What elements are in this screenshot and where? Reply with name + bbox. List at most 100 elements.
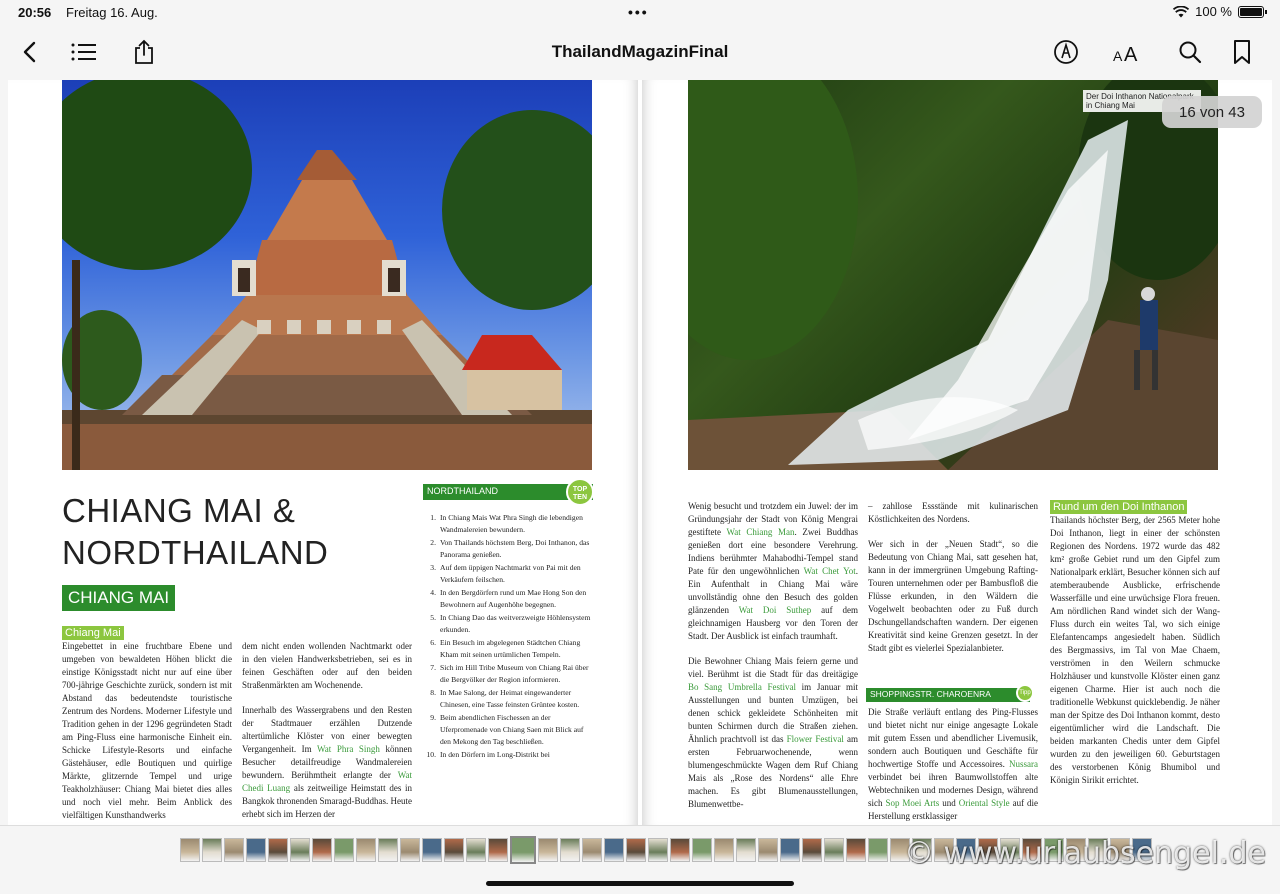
paragraph: Wer sich in der „Neuen Stadt“, so die Be… [868,539,1038,653]
page-thumbnail[interactable] [510,836,536,864]
page-thumbnail[interactable] [246,838,266,862]
text-size-button[interactable]: A A [1111,36,1143,68]
watermark: © www.urlaubsengel.de [903,836,1266,871]
link-wat-chiang-man: Wat Chiang Man [726,527,795,537]
text-column-5: Thailands höchster Berg, der 2565 Meter … [1050,514,1220,787]
top-ten-list: 1. In Chiang Mais Wat Phra Singh die lebe… [426,512,596,762]
share-button[interactable] [128,36,160,68]
page-thumbnail[interactable] [626,838,646,862]
page-thumbnail[interactable] [224,838,244,862]
page-thumbnail[interactable] [290,838,310,862]
page-thumbnail[interactable] [312,838,332,862]
back-button[interactable] [14,36,46,68]
status-bar: 20:56 Freitag 16. Aug. ••• 100 % [0,0,1280,26]
paragraph: Die Bewohner Chiang Mais feiern gerne un… [688,656,859,809]
subhead-chiang-mai: Chiang Mai [62,626,124,640]
page-thumbnail[interactable] [824,838,844,862]
shopping-text: Die Straße verläuft entlang des Ping-Flu… [868,706,1038,823]
share-icon [135,39,153,64]
page-thumbnail[interactable] [444,838,464,862]
paragraph: dem nicht enden wollenden Nachtmarkt ode… [242,641,412,690]
battery-icon [1238,5,1267,18]
tipp-badge: Tipp [1016,684,1034,702]
page-thumbnail[interactable] [780,838,800,862]
page-thumbnail[interactable] [714,838,734,862]
page-thumbnail[interactable] [758,838,778,862]
list-item: 8. In Mae Salong, der Heimat eingewandert… [430,688,580,709]
list-item: 4. In den Bergdörfern rund um Mae Hong So… [430,588,587,609]
section-badge: CHIANG MAI [62,585,176,611]
page-thumbnail[interactable] [648,838,668,862]
page-thumbnail[interactable] [488,838,508,862]
page-thumbnail[interactable] [736,838,756,862]
subhead-doi-inthanon: Rund um den Doi Inthanon [1050,500,1188,514]
link-wat-doi-suthep: Wat Doi Suthep [738,605,812,615]
link-oriental-style: Oriental Style [958,798,1010,808]
paragraph: Die Straße verläuft entlang des Ping-Flu… [868,707,1038,821]
waterfall-illustration [688,80,1218,470]
home-indicator[interactable] [486,881,794,886]
svg-text:A: A [1124,44,1138,63]
page-right: Der Doi Inthanon Nationalpark in Chiang … [642,80,1272,825]
page-thumbnail[interactable] [868,838,888,862]
search-icon [1179,41,1202,64]
page-thumbnail[interactable] [670,838,690,862]
search-button[interactable] [1174,36,1206,68]
page-thumbnail[interactable] [802,838,822,862]
page-thumbnail[interactable] [560,838,580,862]
link-bo-sang-umbrella-festival: Bo Sang Umbrella Festival [688,682,796,692]
page-thumbnail[interactable] [202,838,222,862]
list-item: 3. Auf dem üppigen Nachtmarkt von Pai mit… [430,563,581,584]
table-of-contents-button[interactable] [68,36,100,68]
temple-illustration [62,80,592,470]
page-thumbnail[interactable] [582,838,602,862]
top-ten-badge: TOP TEN [566,478,594,506]
temple-photo [62,80,592,470]
list-item: 1. In Chiang Mais Wat Phra Singh die lebe… [430,513,583,534]
list-icon [71,43,96,61]
headline-line-1: CHIANG MAI & [62,492,296,529]
link-flower-festival: Flower Festival [786,734,844,744]
list-item: 5. In Chiang Dao das weitverzweigte Höhle… [430,613,591,634]
page-thumbnail[interactable] [466,838,486,862]
page-thumbnail[interactable] [692,838,712,862]
page-thumbnail[interactable] [356,838,376,862]
text-column-4: – zahllose Essstände mit kulinarischen K… [868,500,1038,655]
wifi-icon [1173,5,1190,17]
page-thumbnail[interactable] [378,838,398,862]
page-thumbnail[interactable] [334,838,354,862]
headline-line-2: NORDTHAILAND [62,534,329,571]
waterfall-photo: Der Doi Inthanon Nationalpark in Chiang … [688,80,1218,470]
list-item: 9. Beim abendlichen Fischessen an der Ufe… [430,713,584,746]
page-thumbnail[interactable] [846,838,866,862]
back-chevron-icon [23,41,36,63]
link-wat-chet-yot: Wat Chet Yot [803,566,856,576]
page-thumbnail[interactable] [180,838,200,862]
status-date: Freitag 16. Aug. [66,5,158,20]
status-time: 20:56 [18,5,52,20]
page-thumbnail[interactable] [268,838,288,862]
list-item: 7. Sich im Hill Tribe Museum von Chiang R… [430,663,589,684]
multitasking-dots[interactable]: ••• [628,4,649,20]
page-thumbnail[interactable] [538,838,558,862]
page-thumbnail[interactable] [400,838,420,862]
link-sop-moei-arts: Sop Moei Arts [885,798,940,808]
text-column-2: dem nicht enden wollenden Nachtmarkt ode… [242,640,412,821]
paragraph: Innerhalb des Wassergrabens und den Rest… [242,705,412,819]
markup-button[interactable] [1050,36,1082,68]
link-nussara: Nussara [1009,759,1038,769]
text-column-1: Eingebettet in eine fruchtbare Ebene und… [62,640,232,822]
paragraph: Thailands höchster Berg, der 2565 Meter … [1050,515,1220,785]
link-wat-phra-singh: Wat Phra Singh [317,744,380,754]
svg-text:A: A [1113,48,1123,63]
list-item: 2. Von Thailands höchstem Berg, Doi Intha… [430,538,590,559]
text-size-icon: A A [1113,44,1138,63]
article-headline: CHIANG MAI & NORDTHAILAND [62,490,402,574]
document-spread[interactable]: CHIANG MAI & NORDTHAILAND CHIANG MAI Chi… [8,80,1272,825]
page-thumbnail[interactable] [604,838,624,862]
bookmark-button[interactable] [1226,36,1258,68]
paragraph: – zahllose Essstände mit kulinarischen K… [868,501,1038,524]
list-item: 10. In den Dörfern im Long-Distrikt bei [426,750,550,759]
page-thumbnail[interactable] [422,838,442,862]
markup-pen-icon [1054,40,1078,64]
